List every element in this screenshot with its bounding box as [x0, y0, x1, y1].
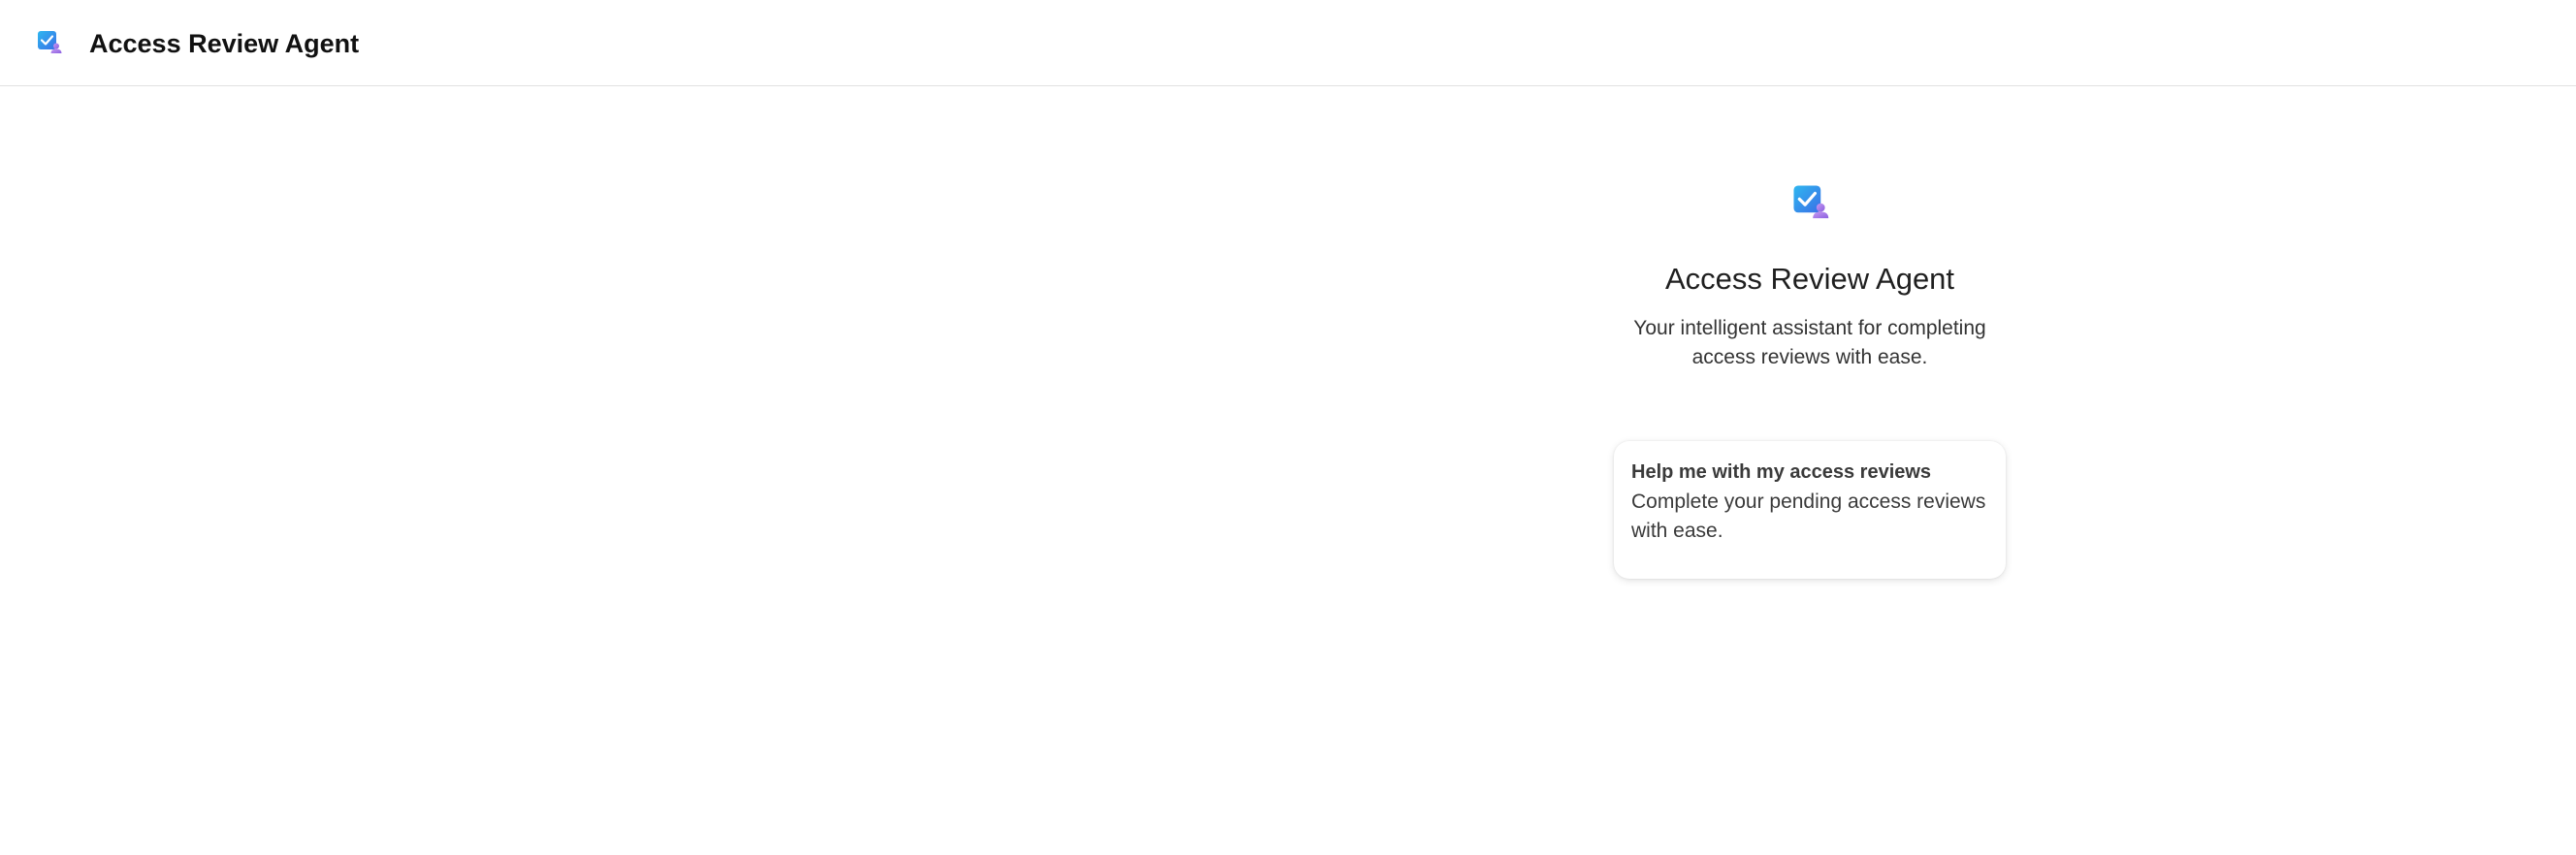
main-content: Access Review Agent Your intelligent ass…	[0, 87, 2576, 855]
prompt-card-description: Complete your pending access reviews wit…	[1631, 491, 1986, 542]
access-review-agent-icon	[37, 30, 62, 55]
app-title: Access Review Agent	[89, 29, 360, 58]
access-review-agent-icon	[1792, 184, 1829, 221]
welcome-title: Access Review Agent	[1664, 262, 1955, 296]
welcome-subtitle: Your intelligent assistant for completin…	[1633, 317, 1986, 368]
app-header: Access Review Agent	[0, 0, 2576, 86]
prompt-card-title: Help me with my access reviews	[1631, 461, 1932, 483]
suggested-prompt-card[interactable]: Help me with my access reviews Complete …	[1614, 441, 2006, 579]
